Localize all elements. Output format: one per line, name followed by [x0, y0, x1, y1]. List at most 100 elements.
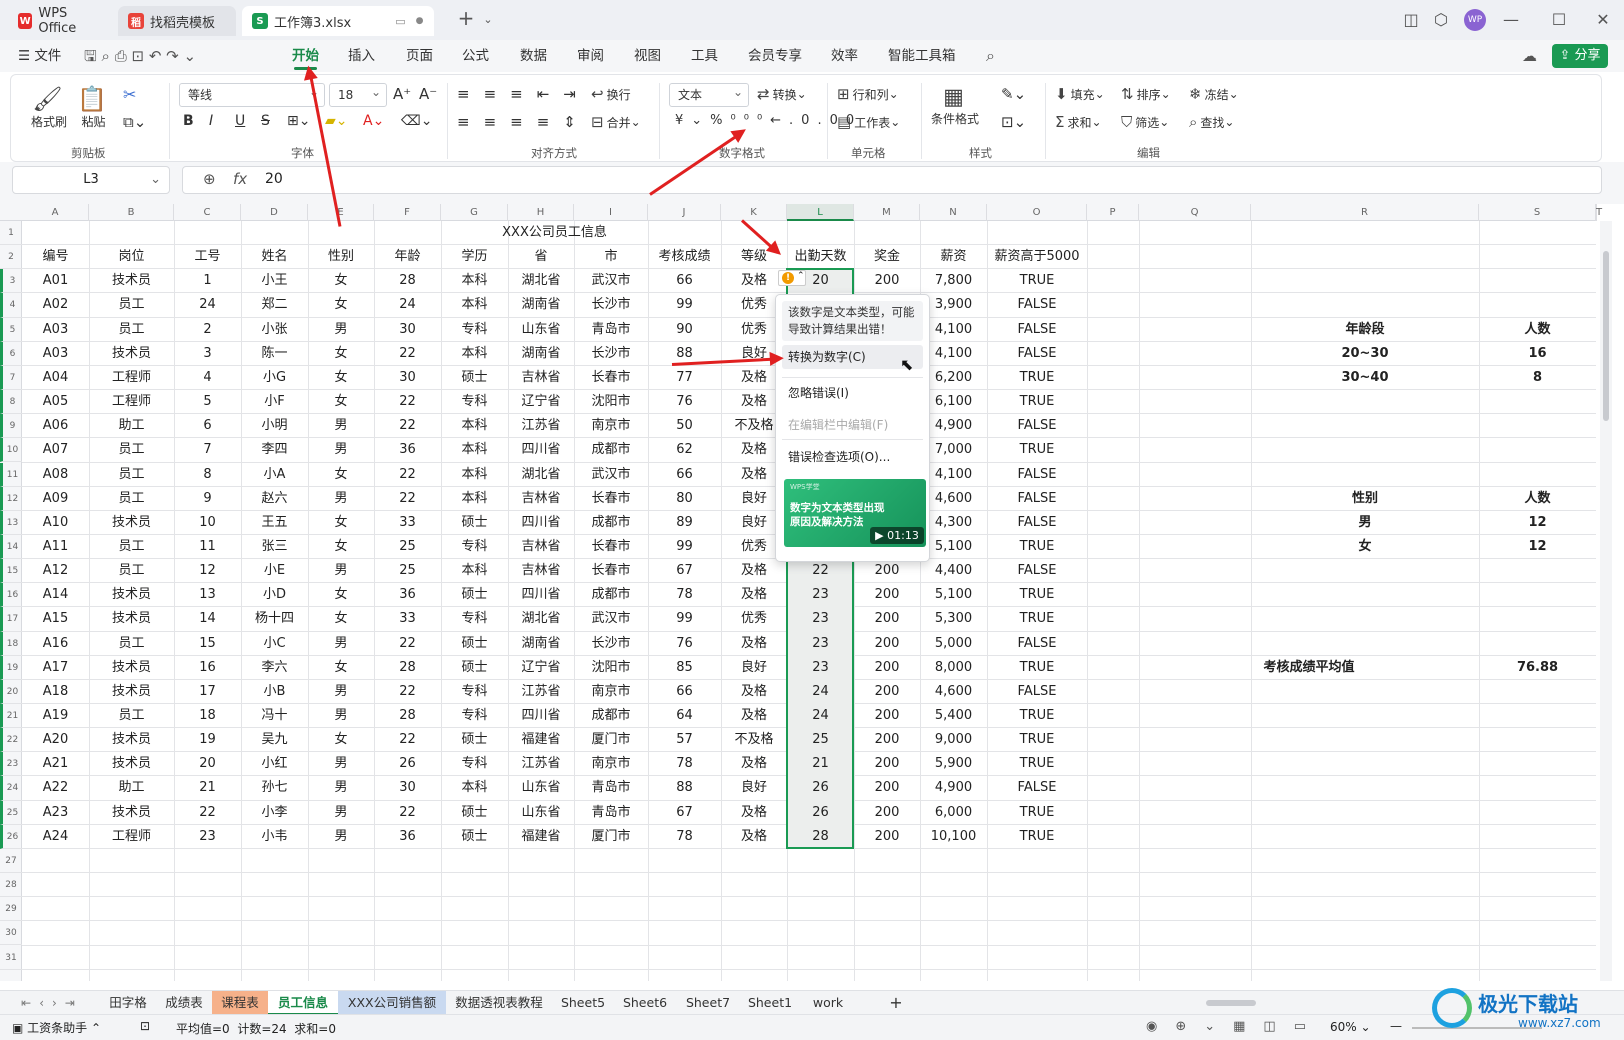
- data-cell[interactable]: FALSE: [987, 342, 1087, 366]
- border-icon[interactable]: ⊞⌄: [287, 113, 310, 129]
- data-cell[interactable]: 9: [174, 487, 241, 511]
- wrap-text-button[interactable]: ↩ 换行: [591, 85, 631, 103]
- data-cell[interactable]: 员工: [89, 438, 174, 462]
- add-sheet-icon[interactable]: +: [886, 991, 906, 1015]
- data-cell[interactable]: TRUE: [987, 583, 1087, 607]
- data-cell[interactable]: 青岛市: [574, 801, 648, 825]
- data-cell[interactable]: 四川省: [508, 438, 574, 462]
- count-cell[interactable]: 8: [1479, 366, 1596, 390]
- data-cell[interactable]: 长春市: [574, 535, 648, 559]
- data-cell[interactable]: 4,600: [920, 680, 987, 704]
- row-header[interactable]: 22: [0, 728, 22, 753]
- data-cell[interactable]: 66: [648, 463, 721, 487]
- attendance-cell[interactable]: 24: [787, 704, 854, 729]
- sheet-tab[interactable]: Sheet7: [676, 991, 740, 1015]
- row-header[interactable]: 26: [0, 824, 22, 849]
- data-cell[interactable]: 技术员: [89, 342, 174, 366]
- close-icon[interactable]: ✕: [1592, 10, 1614, 29]
- row-header[interactable]: 17: [0, 607, 22, 632]
- average-value-cell[interactable]: 76.88: [1479, 656, 1596, 680]
- data-cell[interactable]: 24: [374, 293, 441, 317]
- data-cell[interactable]: 4,900: [920, 776, 987, 800]
- data-cell[interactable]: 四川省: [508, 511, 574, 535]
- data-cell[interactable]: 长沙市: [574, 342, 648, 366]
- data-cell[interactable]: 10,100: [920, 825, 987, 849]
- data-cell[interactable]: 3,900: [920, 293, 987, 317]
- error-check-options-item[interactable]: 错误检查选项(O)...: [788, 445, 890, 469]
- column-header[interactable]: T: [1596, 204, 1602, 221]
- data-cell[interactable]: 武汉市: [574, 269, 648, 293]
- maximize-icon[interactable]: ☐: [1548, 10, 1570, 29]
- data-cell[interactable]: A03: [22, 318, 89, 342]
- attendance-cell[interactable]: 26: [787, 800, 854, 825]
- monitor-icon[interactable]: ▭: [395, 15, 405, 28]
- data-cell[interactable]: 7,800: [920, 269, 987, 293]
- header-cell[interactable]: 编号: [22, 245, 89, 269]
- data-cell[interactable]: A20: [22, 728, 89, 752]
- data-cell[interactable]: 小B: [241, 680, 308, 704]
- data-cell[interactable]: FALSE: [987, 463, 1087, 487]
- column-header[interactable]: F: [374, 204, 441, 221]
- data-cell[interactable]: A07: [22, 438, 89, 462]
- sheet-tab[interactable]: 成绩表: [156, 991, 212, 1015]
- data-cell[interactable]: 50: [648, 414, 721, 438]
- row-header[interactable]: 28: [0, 873, 22, 898]
- data-cell[interactable]: 200: [854, 752, 920, 776]
- avatar[interactable]: WP: [1464, 9, 1486, 31]
- data-cell[interactable]: 200: [854, 632, 920, 656]
- data-cell[interactable]: 男: [308, 680, 374, 704]
- cell-mode-icon[interactable]: ⊡: [140, 1019, 150, 1033]
- data-cell[interactable]: 200: [854, 704, 920, 728]
- data-cell[interactable]: FALSE: [987, 559, 1087, 583]
- column-header[interactable]: N: [920, 204, 987, 221]
- age-group-header[interactable]: 年龄段: [1251, 318, 1479, 342]
- data-cell[interactable]: 77: [648, 366, 721, 390]
- strikethrough-icon[interactable]: S: [261, 113, 270, 129]
- data-cell[interactable]: TRUE: [987, 752, 1087, 776]
- data-cell[interactable]: 男: [308, 318, 374, 342]
- sheet-tab[interactable]: 数据透视表教程: [446, 991, 552, 1015]
- header-cell[interactable]: 市: [574, 245, 648, 269]
- data-cell[interactable]: 武汉市: [574, 463, 648, 487]
- attendance-cell[interactable]: 25: [787, 728, 854, 753]
- data-cell[interactable]: 青岛市: [574, 318, 648, 342]
- data-cell[interactable]: 湖北省: [508, 463, 574, 487]
- data-cell[interactable]: A09: [22, 487, 89, 511]
- data-cell[interactable]: 本科: [441, 414, 508, 438]
- data-cell[interactable]: 16: [174, 656, 241, 680]
- row-header[interactable]: 7: [0, 365, 22, 391]
- data-cell[interactable]: 200: [854, 680, 920, 704]
- data-cell[interactable]: 南京市: [574, 680, 648, 704]
- data-cell[interactable]: 36: [374, 825, 441, 849]
- font-grow-icon[interactable]: A⁺: [393, 85, 411, 103]
- data-cell[interactable]: 员工: [89, 293, 174, 317]
- data-cell[interactable]: TRUE: [987, 390, 1087, 414]
- horizontal-scrollbar[interactable]: [1200, 997, 1400, 1009]
- data-cell[interactable]: FALSE: [987, 414, 1087, 438]
- row-header[interactable]: 9: [0, 414, 22, 439]
- data-cell[interactable]: 21: [174, 776, 241, 800]
- data-cell[interactable]: TRUE: [987, 728, 1087, 752]
- count-cell[interactable]: 12: [1479, 535, 1596, 559]
- data-cell[interactable]: 张三: [241, 535, 308, 559]
- row-header[interactable]: 19: [0, 655, 22, 680]
- data-cell[interactable]: 99: [648, 293, 721, 317]
- data-cell[interactable]: 66: [648, 680, 721, 704]
- sheet-tab[interactable]: Sheet5: [552, 991, 614, 1015]
- data-cell[interactable]: A02: [22, 293, 89, 317]
- attendance-cell[interactable]: 22: [787, 559, 854, 584]
- data-cell[interactable]: FALSE: [987, 776, 1087, 800]
- data-cell[interactable]: FALSE: [987, 293, 1087, 317]
- data-cell[interactable]: 硕士: [441, 825, 508, 849]
- data-cell[interactable]: 13: [174, 583, 241, 607]
- data-cell[interactable]: 1: [174, 269, 241, 293]
- attendance-cell[interactable]: 21: [787, 752, 854, 777]
- data-cell[interactable]: 19: [174, 728, 241, 752]
- underline-icon[interactable]: U: [235, 113, 245, 129]
- data-cell[interactable]: 沈阳市: [574, 390, 648, 414]
- data-cell[interactable]: 及格: [721, 632, 787, 656]
- data-cell[interactable]: 男: [308, 438, 374, 462]
- data-cell[interactable]: 湖南省: [508, 632, 574, 656]
- data-cell[interactable]: 小C: [241, 632, 308, 656]
- data-cell[interactable]: 小王: [241, 269, 308, 293]
